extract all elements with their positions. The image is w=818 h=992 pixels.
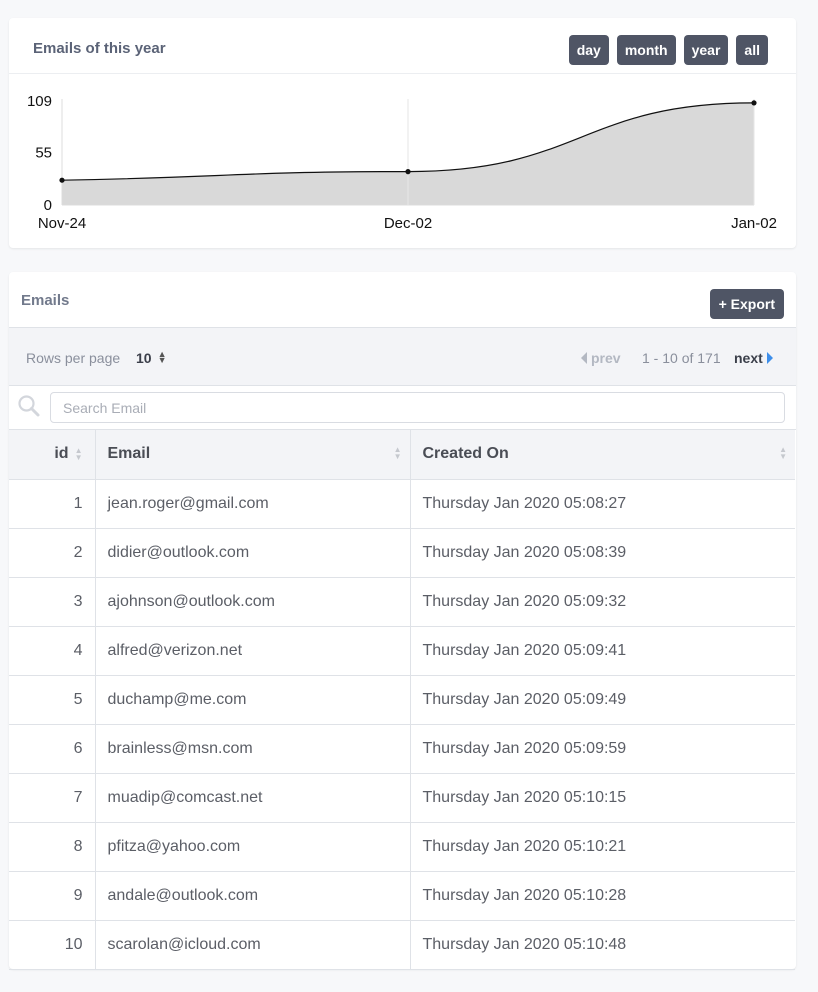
table-row[interactable]: 5 duchamp@me.com Thursday Jan 2020 05:09…: [9, 674, 795, 725]
table-header-row: id ▲ ▼ Email ▲ ▼ Created On ▲ ▼: [9, 430, 795, 480]
cell-id: 3: [9, 576, 96, 627]
cell-email: andale@outlook.com: [94, 870, 411, 921]
cell-email: brainless@msn.com: [94, 723, 411, 774]
data-point: [751, 100, 757, 106]
table-row[interactable]: 10 scarolan@icloud.com Thursday Jan 2020…: [9, 919, 795, 970]
range-day-button[interactable]: day: [568, 35, 609, 65]
area-chart: 0 55 109 Nov-24 Dec-02 Jan-02: [27, 93, 777, 232]
prev-label: prev: [591, 350, 621, 366]
search-icon: [18, 395, 40, 417]
range-year-button[interactable]: year: [683, 35, 729, 65]
prev-page-button[interactable]: prev: [581, 350, 621, 366]
cell-email: didier@outlook.com: [94, 527, 411, 578]
column-header-id[interactable]: id ▲ ▼: [9, 430, 96, 480]
range-buttons: day month year all: [568, 35, 768, 65]
rows-per-page-value: 10: [136, 350, 152, 366]
sort-icon: ▲ ▼: [74, 446, 83, 463]
cell-email: jean.roger@gmail.com: [94, 478, 411, 529]
cell-created-on: Thursday Jan 2020 05:08:27: [409, 478, 795, 529]
column-header-label: Email: [107, 445, 151, 463]
cell-created-on: Thursday Jan 2020 05:10:48: [409, 919, 795, 970]
next-page-button[interactable]: next: [734, 350, 773, 366]
cell-created-on: Thursday Jan 2020 05:09:32: [409, 576, 795, 627]
data-point: [59, 177, 65, 183]
cell-created-on: Thursday Jan 2020 05:10:15: [409, 772, 795, 823]
table-row[interactable]: 4 alfred@verizon.net Thursday Jan 2020 0…: [9, 625, 795, 676]
cell-email: duchamp@me.com: [94, 674, 411, 725]
column-header-label: Created On: [422, 445, 509, 463]
table-row[interactable]: 1 jean.roger@gmail.com Thursday Jan 2020…: [9, 478, 795, 529]
emails-card-header: Emails + Export: [9, 272, 796, 328]
cell-email: scarolan@icloud.com: [94, 919, 411, 970]
range-all-button[interactable]: all: [736, 35, 768, 65]
table-row[interactable]: 7 muadip@comcast.net Thursday Jan 2020 0…: [9, 772, 795, 823]
table-row[interactable]: 3 ajohnson@outlook.com Thursday Jan 2020…: [9, 576, 795, 627]
table-row[interactable]: 9 andale@outlook.com Thursday Jan 2020 0…: [9, 870, 795, 921]
sort-icon: ▲ ▼: [779, 445, 787, 461]
table-row[interactable]: 8 pfitza@yahoo.com Thursday Jan 2020 05:…: [9, 821, 795, 872]
export-button[interactable]: + Export: [709, 289, 784, 319]
cell-id: 5: [9, 674, 96, 725]
y-tick-label: 0: [44, 197, 52, 214]
y-tick-label: 55: [35, 145, 52, 162]
emails-chart-card: Emails of this year day month year all 0…: [9, 18, 796, 248]
chart-title: Emails of this year: [33, 40, 166, 57]
data-point: [405, 169, 411, 175]
emails-table: id ▲ ▼ Email ▲ ▼ Created On ▲ ▼ 1 jean.roger…: [9, 430, 795, 970]
column-header-created-on[interactable]: Created On ▲ ▼: [409, 430, 795, 480]
select-arrows-icon: ▲ ▼: [157, 349, 167, 365]
chevron-right-icon: [766, 352, 773, 364]
table-row[interactable]: 6 brainless@msn.com Thursday Jan 2020 05…: [9, 723, 795, 774]
cell-created-on: Thursday Jan 2020 05:09:59: [409, 723, 795, 774]
x-tick-label: Dec-02: [384, 215, 432, 232]
table-row[interactable]: 2 didier@outlook.com Thursday Jan 2020 0…: [9, 527, 795, 578]
column-header-label: id: [54, 445, 69, 463]
cell-id: 8: [9, 821, 96, 872]
cell-email: ajohnson@outlook.com: [94, 576, 411, 627]
cell-email: pfitza@yahoo.com: [94, 821, 411, 872]
cell-id: 1: [9, 478, 96, 529]
emails-table-card: Emails + Export Rows per page 10 ▲ ▼ prev…: [9, 272, 796, 970]
pagination-bar: Rows per page 10 ▲ ▼ prev 1 - 10 of 171 n…: [9, 328, 796, 386]
chart-header: Emails of this year day month year all: [9, 18, 796, 74]
cell-id: 4: [9, 625, 96, 676]
sort-icon: ▲ ▼: [393, 445, 402, 461]
search-email-input[interactable]: [50, 392, 785, 423]
cell-created-on: Thursday Jan 2020 05:09:49: [409, 674, 795, 725]
cell-id: 7: [9, 772, 96, 823]
y-tick-label: 109: [27, 93, 52, 110]
rows-per-page-label: Rows per page: [26, 350, 121, 366]
next-label: next: [734, 350, 763, 366]
cell-created-on: Thursday Jan 2020 05:10:21: [409, 821, 795, 872]
search-row: [9, 386, 796, 430]
cell-created-on: Thursday Jan 2020 05:08:39: [409, 527, 795, 578]
emails-title: Emails: [21, 292, 70, 309]
rows-per-page-select[interactable]: 10 ▲ ▼: [136, 349, 167, 367]
range-month-button[interactable]: month: [616, 35, 676, 65]
cell-created-on: Thursday Jan 2020 05:10:28: [409, 870, 795, 921]
column-header-email[interactable]: Email ▲ ▼: [94, 430, 411, 480]
page-info: 1 - 10 of 171: [642, 350, 721, 366]
cell-email: alfred@verizon.net: [94, 625, 411, 676]
chevron-left-icon: [581, 352, 587, 364]
cell-id: 6: [9, 723, 96, 774]
cell-id: 9: [9, 870, 96, 921]
x-tick-label: Jan-02: [731, 215, 777, 232]
cell-id: 2: [9, 527, 96, 578]
cell-created-on: Thursday Jan 2020 05:09:41: [409, 625, 795, 676]
cell-id: 10: [9, 919, 96, 970]
x-tick-label: Nov-24: [38, 215, 86, 232]
cell-email: muadip@comcast.net: [94, 772, 411, 823]
